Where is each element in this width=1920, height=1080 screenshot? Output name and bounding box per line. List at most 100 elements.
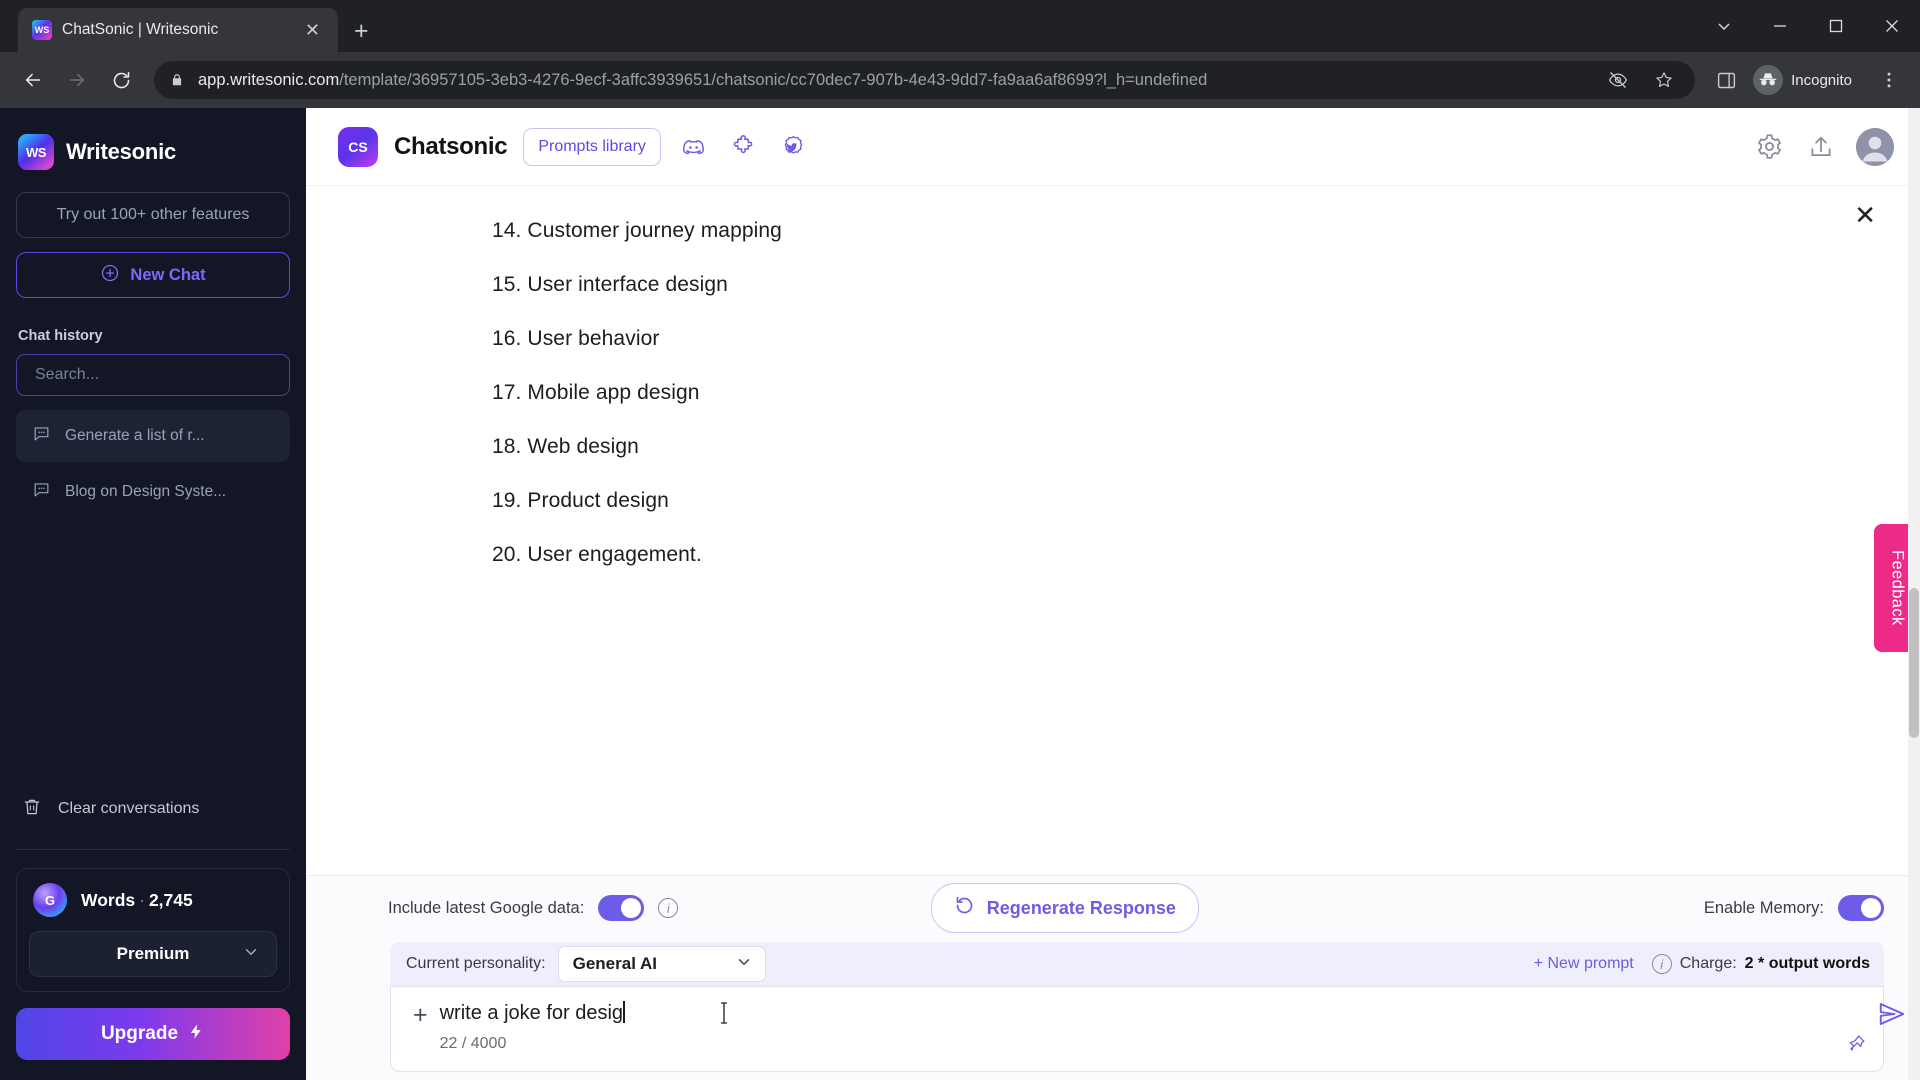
clear-conversations-button[interactable]: Clear conversations — [16, 791, 290, 827]
url-text: app.writesonic.com/template/36957105-3eb… — [198, 71, 1589, 90]
message-line: 15. User interface design — [492, 273, 728, 296]
new-chat-label: New Chat — [130, 265, 206, 284]
composer-controls: Include latest Google data: i Regenerate… — [306, 876, 1920, 940]
charge-value: 2 * output words — [1744, 955, 1870, 972]
try-other-features-button[interactable]: Try out 100+ other features — [16, 192, 290, 238]
regenerate-response-button[interactable]: Regenerate Response — [930, 883, 1199, 933]
divider — [16, 849, 290, 850]
page-scrollbar[interactable] — [1908, 108, 1920, 1080]
google-data-toggle[interactable] — [598, 895, 645, 921]
tab-strip: WS ChatSonic | Writesonic ✕ + — [0, 0, 1920, 52]
chatsonic-logo-label: CS — [348, 138, 368, 155]
words-separator: · — [139, 889, 145, 910]
conversation-area: ✕ 14. Customer journey mapping 15. User … — [306, 186, 1920, 875]
list-item-label: Blog on Design Syste... — [65, 483, 227, 500]
favicon-label: WS — [34, 25, 50, 35]
search-input[interactable]: Search... — [16, 354, 290, 396]
toggle-knob — [1860, 898, 1881, 918]
search-placeholder: Search... — [35, 366, 100, 383]
message-line: 17. Mobile app design — [492, 381, 700, 404]
toggle-knob — [621, 898, 642, 918]
plus-circle-icon — [100, 263, 120, 288]
avatar[interactable] — [1856, 127, 1894, 166]
words-row: G Words · 2,745 — [29, 883, 277, 917]
browser-window: WS ChatSonic | Writesonic ✕ + app.writes… — [0, 0, 1920, 1080]
clear-conversations-label: Clear conversations — [58, 800, 200, 817]
memory-toggle[interactable] — [1837, 895, 1884, 921]
chat-header: CS Chatsonic Prompts library — [306, 108, 1920, 186]
charge-info: i Charge: 2 * output words — [1651, 954, 1870, 974]
brand: WS Writesonic — [16, 108, 290, 192]
prompt-input-area[interactable]: write a joke for desig 22 / 4000 — [439, 1001, 1867, 1052]
upgrade-button[interactable]: Upgrade — [16, 1008, 290, 1060]
incognito-profile-button[interactable]: Incognito — [1749, 61, 1866, 99]
tracking-blocked-icon[interactable] — [1601, 63, 1635, 97]
browser-tab[interactable]: WS ChatSonic | Writesonic ✕ — [18, 8, 338, 52]
refresh-icon — [954, 895, 975, 921]
back-icon[interactable] — [14, 61, 52, 99]
memory-control: Enable Memory: — [1704, 895, 1884, 921]
scrollbar-thumb[interactable] — [1909, 588, 1919, 738]
words-counter: Words · 2,745 — [81, 890, 193, 911]
brand-name: Writesonic — [66, 139, 177, 164]
ibeam-cursor-icon — [718, 1001, 730, 1031]
chat-history-label: Chat history — [18, 328, 103, 344]
regenerate-label: Regenerate Response — [986, 897, 1176, 918]
prompt-input-value: write a joke for desig — [439, 1002, 624, 1024]
add-attachment-button[interactable]: + — [407, 1001, 440, 1028]
browser-toolbar: app.writesonic.com/template/36957105-3eb… — [0, 52, 1920, 108]
new-prompt-button[interactable]: + New prompt — [1534, 955, 1634, 973]
chatsonic-logo-icon: CS — [338, 126, 378, 167]
memory-label: Enable Memory: — [1703, 898, 1824, 917]
minimize-icon[interactable] — [1752, 0, 1808, 52]
browser-menu-icon[interactable] — [1872, 63, 1906, 97]
info-icon[interactable]: i — [658, 898, 679, 918]
puzzle-extension-icon[interactable] — [727, 130, 761, 164]
message-line: 19. Product design — [492, 489, 669, 512]
reload-icon[interactable] — [102, 61, 140, 99]
forward-icon[interactable] — [58, 61, 96, 99]
bookmark-star-icon[interactable] — [1647, 63, 1681, 97]
side-panel-icon[interactable] — [1709, 63, 1743, 97]
close-tab-icon[interactable]: ✕ — [299, 18, 326, 42]
personality-select[interactable]: General AI — [557, 946, 766, 982]
close-icon[interactable]: ✕ — [1854, 202, 1876, 228]
lock-icon — [168, 63, 186, 97]
new-tab-button[interactable]: + — [354, 19, 369, 44]
maximize-icon[interactable] — [1808, 0, 1864, 52]
window-controls — [1696, 0, 1920, 52]
list-item[interactable]: Generate a list of r... — [16, 410, 290, 462]
upgrade-label: Upgrade — [100, 1023, 179, 1044]
prompt-input-box[interactable]: + write a joke for desig 22 / 4000 — [390, 986, 1905, 1072]
google-data-label: Include latest Google data: — [388, 898, 585, 917]
premium-dropdown[interactable]: Premium — [29, 931, 277, 977]
list-item[interactable]: Blog on Design Syste... — [16, 466, 290, 518]
info-icon[interactable]: i — [1651, 954, 1672, 974]
message-line: 20. User engagement. — [492, 543, 702, 566]
chevron-down-icon[interactable] — [1696, 0, 1752, 52]
words-count: 2,745 — [148, 889, 193, 910]
list-item-label: Generate a list of r... — [65, 427, 205, 444]
message-line: 16. User behavior — [492, 327, 660, 350]
google-data-control: Include latest Google data: i — [388, 895, 679, 921]
logo-label: WS — [26, 144, 46, 160]
premium-label: Premium — [116, 944, 190, 963]
text-caret — [623, 1001, 625, 1023]
address-bar[interactable]: app.writesonic.com/template/36957105-3eb… — [154, 61, 1696, 99]
composer: Include latest Google data: i Regenerate… — [306, 875, 1920, 1080]
discord-icon[interactable] — [677, 130, 711, 164]
close-window-icon[interactable] — [1864, 0, 1920, 52]
new-chat-button[interactable]: New Chat — [16, 252, 290, 298]
page-title: Chatsonic — [394, 132, 508, 160]
twitter-badge-icon[interactable] — [777, 130, 811, 164]
gear-icon[interactable] — [1752, 130, 1786, 164]
header-right-actions — [1752, 127, 1894, 166]
lightning-icon — [188, 1023, 205, 1046]
personality-label: Current personality: — [406, 955, 546, 972]
writesonic-logo-icon: WS — [18, 134, 54, 170]
prompts-library-button[interactable]: Prompts library — [523, 127, 661, 166]
words-label: Words — [81, 889, 136, 910]
pin-icon[interactable] — [1846, 1033, 1867, 1059]
share-icon[interactable] — [1804, 130, 1838, 164]
